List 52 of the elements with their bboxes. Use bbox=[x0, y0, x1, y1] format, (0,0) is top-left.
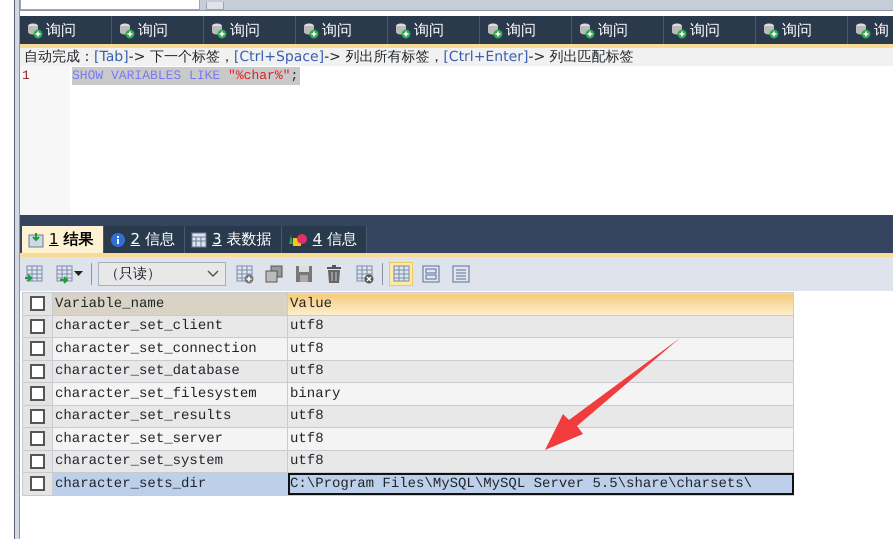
result-tab[interactable]: 2 信息 bbox=[104, 226, 186, 253]
row-checkbox[interactable] bbox=[30, 476, 45, 492]
mode-dropdown[interactable]: （只读） bbox=[98, 262, 226, 286]
row-checkbox[interactable] bbox=[30, 386, 45, 402]
database-add-icon bbox=[670, 22, 687, 38]
autocomplete-hint: 自动完成：[Tab]-> 下一个标签，[Ctrl+Space]-> 列出所有标签，[Ctrl+Enter]-> 列出匹配标签 bbox=[20, 44, 893, 66]
result-tab[interactable]: 4 信息 bbox=[282, 226, 368, 253]
row-checkbox[interactable] bbox=[30, 341, 45, 356]
row-checkbox[interactable] bbox=[30, 454, 45, 469]
select-all-checkbox[interactable] bbox=[30, 296, 45, 312]
splitter[interactable] bbox=[14, 0, 20, 539]
table-cell: character_set_server bbox=[52, 428, 288, 450]
database-add-icon bbox=[762, 22, 779, 38]
table-cell: character_set_filesystem bbox=[52, 382, 288, 405]
shapes-icon bbox=[288, 232, 308, 248]
table-cell: utf8 bbox=[288, 360, 794, 382]
table-cell: utf8 bbox=[288, 338, 794, 360]
result-tab[interactable]: 3 表数据 bbox=[185, 226, 282, 253]
table-cell: character_set_system bbox=[52, 450, 288, 472]
row-checkbox[interactable] bbox=[30, 408, 45, 424]
table-cell: utf8 bbox=[288, 450, 794, 472]
table-cell: utf8 bbox=[288, 405, 794, 428]
table-cell: utf8 bbox=[288, 315, 794, 338]
caret-icon bbox=[207, 270, 219, 278]
connection-field[interactable] bbox=[20, 0, 200, 10]
database-add-icon bbox=[578, 22, 595, 38]
database-add-icon bbox=[302, 22, 319, 38]
database-add-icon bbox=[486, 22, 503, 38]
result-tab[interactable]: 1 结果 bbox=[22, 226, 104, 253]
database-add-icon bbox=[854, 22, 871, 38]
database-add-icon bbox=[26, 22, 43, 38]
column-header[interactable]: Variable_name bbox=[52, 292, 288, 315]
column-header[interactable]: Value bbox=[288, 292, 794, 315]
table-down-icon bbox=[28, 232, 44, 248]
line-gutter: 1 bbox=[20, 66, 70, 215]
database-add-icon bbox=[210, 22, 227, 38]
table-cell: C:\Program Files\MySQL\MySQL Server 5.5\share\charsets\ bbox=[288, 472, 794, 495]
table-cell: character_set_results bbox=[52, 405, 288, 428]
row-checkbox[interactable] bbox=[30, 318, 45, 334]
grid-view-icon[interactable] bbox=[389, 262, 413, 286]
table-cell: utf8 bbox=[288, 428, 794, 450]
table-cell: character_set_database bbox=[52, 360, 288, 382]
database-add-icon bbox=[394, 22, 411, 38]
row-checkbox[interactable] bbox=[30, 431, 45, 446]
row-checkbox[interactable] bbox=[30, 364, 45, 379]
table-cell: binary bbox=[288, 382, 794, 405]
info-icon bbox=[110, 232, 126, 248]
table-cell: character_set_client bbox=[52, 315, 288, 338]
database-add-icon bbox=[118, 22, 135, 38]
table-cell: character_set_connection bbox=[52, 338, 288, 360]
table-icon bbox=[191, 232, 208, 248]
table-cell: character_sets_dir bbox=[52, 472, 288, 495]
